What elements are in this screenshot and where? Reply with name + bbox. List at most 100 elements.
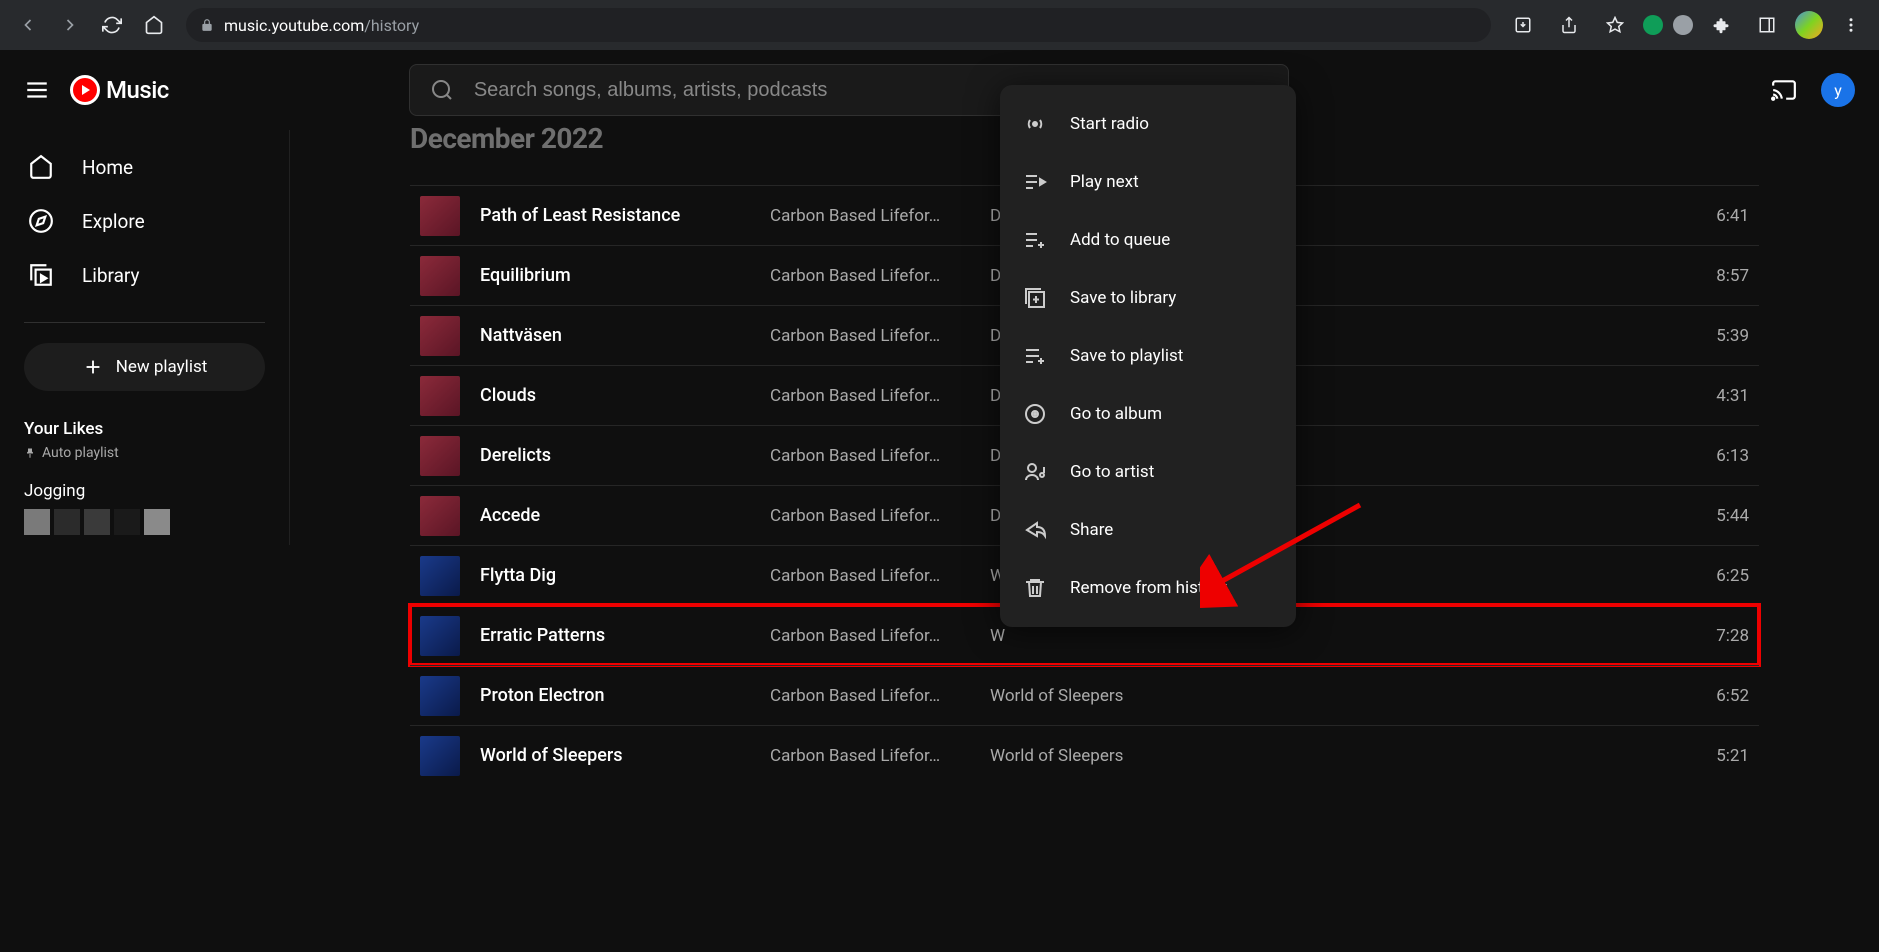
menu-item-go-to-artist[interactable]: Go to artist [1000,443,1296,501]
track-artist[interactable]: Carbon Based Lifefor… [770,506,970,526]
album-art [420,376,460,416]
bookmark-star-icon[interactable] [1597,7,1633,43]
menu-label: Save to playlist [1070,346,1183,366]
track-duration: 7:28 [1716,626,1749,646]
track-title: Nattväsen [480,325,750,346]
browser-profile-avatar[interactable] [1795,11,1823,39]
track-artist[interactable]: Carbon Based Lifefor… [770,266,970,286]
install-icon[interactable] [1505,7,1541,43]
album-art [420,736,460,776]
new-playlist-button[interactable]: New playlist [24,343,265,391]
browser-menu-icon[interactable] [1833,7,1869,43]
divider [24,322,265,323]
track-artist[interactable]: Carbon Based Lifefor… [770,626,970,646]
plus-icon [82,356,104,378]
menu-item-start-radio[interactable]: Start radio [1000,95,1296,153]
extension-grammarly-icon[interactable] [1643,15,1663,35]
sidebar-item-home[interactable]: Home [0,140,289,194]
extensions-puzzle-icon[interactable] [1703,7,1739,43]
pin-icon [24,447,36,459]
track-duration: 5:21 [1716,746,1749,766]
album-art [420,256,460,296]
logo-icon [70,75,100,105]
menu-item-share[interactable]: Share [1000,501,1296,559]
track-title: Erratic Patterns [480,625,750,646]
menu-item-add-to-queue[interactable]: Add to queue [1000,211,1296,269]
playlist-thumbnail [0,509,289,535]
track-row[interactable]: World of Sleepers Carbon Based Lifefor… … [410,725,1759,785]
track-artist[interactable]: Carbon Based Lifefor… [770,386,970,406]
queue-icon [1022,227,1048,253]
track-artist[interactable]: Carbon Based Lifefor… [770,686,970,706]
album-art [420,676,460,716]
browser-home-button[interactable] [136,7,172,43]
menu-label: Remove from history [1070,578,1227,598]
radio-icon [1022,111,1048,137]
browser-reload-button[interactable] [94,7,130,43]
menu-label: Share [1070,520,1113,540]
swatch [84,509,110,535]
album-art [420,556,460,596]
swatch [24,509,50,535]
browser-back-button[interactable] [10,7,46,43]
track-title: Accede [480,505,750,526]
track-row[interactable]: Proton Electron Carbon Based Lifefor… Wo… [410,665,1759,725]
share-icon [1022,517,1048,543]
album-art [420,616,460,656]
swatch [114,509,140,535]
browser-forward-button[interactable] [52,7,88,43]
context-menu: Start radioPlay nextAdd to queue Save to … [1000,85,1296,627]
explore-icon [28,208,54,234]
app-header: Music y [0,50,1879,130]
track-duration: 6:41 [1716,206,1749,226]
your-likes-title: Your Likes [24,419,265,439]
menu-item-save-to-library[interactable]: Save to library [1000,269,1296,327]
sidebar: Home Explore Library New playlist Your Lik… [0,130,290,545]
track-artist[interactable]: Carbon Based Lifefor… [770,446,970,466]
playlist-jogging[interactable]: Jogging [0,461,289,509]
track-album[interactable]: World of Sleepers [990,746,1170,766]
cast-icon[interactable] [1771,77,1797,103]
search-icon [430,78,454,102]
track-artist[interactable]: Carbon Based Lifefor… [770,566,970,586]
home-icon [28,154,54,180]
address-bar[interactable]: music.youtube.com/history [186,8,1491,42]
album-art [420,316,460,356]
track-title: Equilibrium [480,265,750,286]
hamburger-menu-button[interactable] [24,77,50,103]
user-avatar[interactable]: y [1821,73,1855,107]
track-artist[interactable]: Carbon Based Lifefor… [770,326,970,346]
track-title: Proton Electron [480,685,750,706]
menu-item-remove-from-history[interactable]: Remove from history [1000,559,1296,617]
library-icon [1022,285,1048,311]
menu-item-go-to-album[interactable]: Go to album [1000,385,1296,443]
swatch [54,509,80,535]
nav-label: Home [82,156,133,179]
track-artist[interactable]: Carbon Based Lifefor… [770,206,970,226]
menu-label: Go to artist [1070,462,1154,482]
track-album[interactable]: W [990,626,1170,646]
track-title: World of Sleepers [480,745,750,766]
artist-icon [1022,459,1048,485]
share-icon[interactable] [1551,7,1587,43]
nav-label: Explore [82,210,145,233]
track-duration: 5:44 [1716,506,1749,526]
menu-label: Go to album [1070,404,1162,424]
track-album[interactable]: World of Sleepers [990,686,1170,706]
sidebar-item-library[interactable]: Library [0,248,289,302]
track-artist[interactable]: Carbon Based Lifefor… [770,746,970,766]
sidebar-item-explore[interactable]: Explore [0,194,289,248]
extension-globe-icon[interactable] [1673,15,1693,35]
menu-item-play-next[interactable]: Play next [1000,153,1296,211]
menu-label: Save to library [1070,288,1176,308]
your-likes-section[interactable]: Your Likes Auto playlist [0,391,289,461]
album-art [420,196,460,236]
track-duration: 4:31 [1716,386,1749,406]
url-text: music.youtube.com/history [224,16,419,35]
logo[interactable]: Music [70,75,169,105]
track-duration: 6:25 [1716,566,1749,586]
browser-chrome: music.youtube.com/history [0,0,1879,50]
menu-item-save-to-playlist[interactable]: Save to playlist [1000,327,1296,385]
side-panel-icon[interactable] [1749,7,1785,43]
playlist-icon [1022,343,1048,369]
